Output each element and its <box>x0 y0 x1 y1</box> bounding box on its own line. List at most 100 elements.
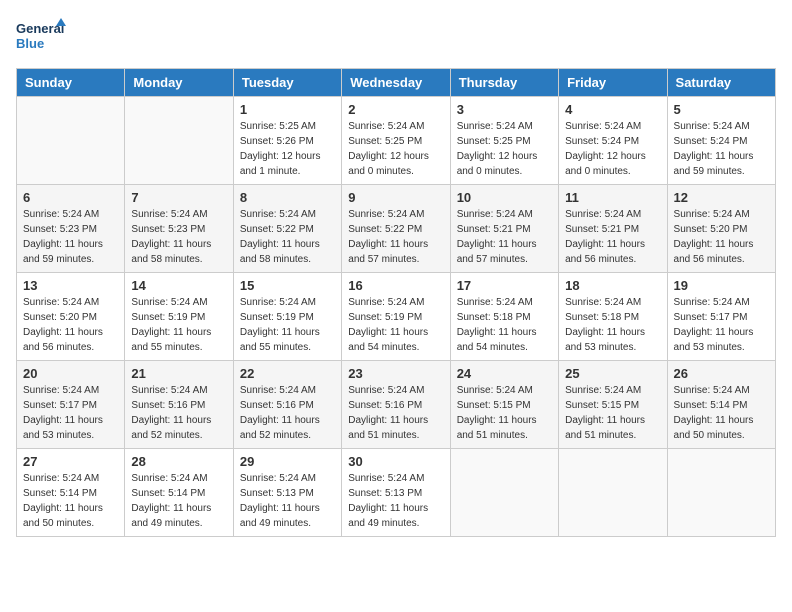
day-number: 10 <box>457 190 552 205</box>
day-number: 3 <box>457 102 552 117</box>
calendar-day-cell: 19 Sunrise: 5:24 AM Sunset: 5:17 PM Dayli… <box>667 273 775 361</box>
day-number: 7 <box>131 190 226 205</box>
calendar-day-cell: 9 Sunrise: 5:24 AM Sunset: 5:22 PM Daylig… <box>342 185 450 273</box>
day-info: Sunrise: 5:24 AM Sunset: 5:16 PM Dayligh… <box>131 383 226 443</box>
day-number: 9 <box>348 190 443 205</box>
day-info: Sunrise: 5:24 AM Sunset: 5:20 PM Dayligh… <box>23 295 118 355</box>
day-info: Sunrise: 5:24 AM Sunset: 5:25 PM Dayligh… <box>457 119 552 179</box>
day-number: 23 <box>348 366 443 381</box>
day-number: 16 <box>348 278 443 293</box>
calendar-week-row: 6Sunrise: 5:24 AM Sunset: 5:23 PM Daylig… <box>17 185 776 273</box>
calendar-day-cell <box>125 97 233 185</box>
day-info: Sunrise: 5:24 AM Sunset: 5:23 PM Dayligh… <box>23 207 118 267</box>
day-info: Sunrise: 5:24 AM Sunset: 5:18 PM Dayligh… <box>457 295 552 355</box>
calendar-day-cell: 30Sunrise: 5:24 AM Sunset: 5:13 PM Dayli… <box>342 449 450 537</box>
calendar-day-cell: 7 Sunrise: 5:24 AM Sunset: 5:23 PM Daylig… <box>125 185 233 273</box>
day-info: Sunrise: 5:24 AM Sunset: 5:14 PM Dayligh… <box>23 471 118 531</box>
weekday-header-cell: Tuesday <box>233 69 341 97</box>
weekday-header-row: SundayMondayTuesdayWednesdayThursdayFrid… <box>17 69 776 97</box>
calendar-day-cell: 15 Sunrise: 5:24 AM Sunset: 5:19 PM Dayli… <box>233 273 341 361</box>
day-number: 25 <box>565 366 660 381</box>
calendar-day-cell: 16 Sunrise: 5:24 AM Sunset: 5:19 PM Dayli… <box>342 273 450 361</box>
logo-svg: General Blue <box>16 16 66 56</box>
calendar-day-cell <box>17 97 125 185</box>
calendar-day-cell <box>450 449 558 537</box>
day-number: 15 <box>240 278 335 293</box>
day-info: Sunrise: 5:24 AM Sunset: 5:13 PM Dayligh… <box>240 471 335 531</box>
day-info: Sunrise: 5:24 AM Sunset: 5:21 PM Dayligh… <box>457 207 552 267</box>
day-info: Sunrise: 5:24 AM Sunset: 5:17 PM Dayligh… <box>674 295 769 355</box>
day-number: 21 <box>131 366 226 381</box>
day-number: 1 <box>240 102 335 117</box>
weekday-header-cell: Saturday <box>667 69 775 97</box>
day-number: 8 <box>240 190 335 205</box>
day-info: Sunrise: 5:24 AM Sunset: 5:18 PM Dayligh… <box>565 295 660 355</box>
day-number: 12 <box>674 190 769 205</box>
day-info: Sunrise: 5:24 AM Sunset: 5:19 PM Dayligh… <box>348 295 443 355</box>
calendar-day-cell: 1 Sunrise: 5:25 AM Sunset: 5:26 PM Daylig… <box>233 97 341 185</box>
day-info: Sunrise: 5:24 AM Sunset: 5:21 PM Dayligh… <box>565 207 660 267</box>
calendar-table: SundayMondayTuesdayWednesdayThursdayFrid… <box>16 68 776 537</box>
day-number: 5 <box>674 102 769 117</box>
calendar-day-cell: 21 Sunrise: 5:24 AM Sunset: 5:16 PM Dayli… <box>125 361 233 449</box>
day-number: 27 <box>23 454 118 469</box>
page-header: General Blue <box>16 16 776 56</box>
calendar-day-cell: 23Sunrise: 5:24 AM Sunset: 5:16 PM Dayli… <box>342 361 450 449</box>
calendar-day-cell: 4 Sunrise: 5:24 AM Sunset: 5:24 PM Daylig… <box>559 97 667 185</box>
logo: General Blue <box>16 16 66 56</box>
day-info: Sunrise: 5:24 AM Sunset: 5:17 PM Dayligh… <box>23 383 118 443</box>
calendar-day-cell: 27 Sunrise: 5:24 AM Sunset: 5:14 PM Dayli… <box>17 449 125 537</box>
calendar-day-cell: 17 Sunrise: 5:24 AM Sunset: 5:18 PM Dayli… <box>450 273 558 361</box>
calendar-day-cell: 6Sunrise: 5:24 AM Sunset: 5:23 PM Daylig… <box>17 185 125 273</box>
day-info: Sunrise: 5:24 AM Sunset: 5:19 PM Dayligh… <box>240 295 335 355</box>
day-info: Sunrise: 5:24 AM Sunset: 5:20 PM Dayligh… <box>674 207 769 267</box>
calendar-day-cell: 2Sunrise: 5:24 AM Sunset: 5:25 PM Daylig… <box>342 97 450 185</box>
calendar-day-cell: 29Sunrise: 5:24 AM Sunset: 5:13 PM Dayli… <box>233 449 341 537</box>
calendar-day-cell: 25Sunrise: 5:24 AM Sunset: 5:15 PM Dayli… <box>559 361 667 449</box>
weekday-header-cell: Sunday <box>17 69 125 97</box>
day-info: Sunrise: 5:24 AM Sunset: 5:14 PM Dayligh… <box>674 383 769 443</box>
day-info: Sunrise: 5:24 AM Sunset: 5:22 PM Dayligh… <box>240 207 335 267</box>
day-info: Sunrise: 5:24 AM Sunset: 5:24 PM Dayligh… <box>674 119 769 179</box>
calendar-day-cell: 20 Sunrise: 5:24 AM Sunset: 5:17 PM Dayli… <box>17 361 125 449</box>
day-info: Sunrise: 5:24 AM Sunset: 5:19 PM Dayligh… <box>131 295 226 355</box>
day-number: 18 <box>565 278 660 293</box>
day-info: Sunrise: 5:24 AM Sunset: 5:14 PM Dayligh… <box>131 471 226 531</box>
weekday-header-cell: Friday <box>559 69 667 97</box>
day-number: 11 <box>565 190 660 205</box>
calendar-day-cell: 18 Sunrise: 5:24 AM Sunset: 5:18 PM Dayli… <box>559 273 667 361</box>
day-number: 19 <box>674 278 769 293</box>
calendar-day-cell: 13 Sunrise: 5:24 AM Sunset: 5:20 PM Dayli… <box>17 273 125 361</box>
weekday-header-cell: Wednesday <box>342 69 450 97</box>
day-number: 17 <box>457 278 552 293</box>
calendar-day-cell: 10 Sunrise: 5:24 AM Sunset: 5:21 PM Dayli… <box>450 185 558 273</box>
weekday-header-cell: Thursday <box>450 69 558 97</box>
calendar-week-row: 1 Sunrise: 5:25 AM Sunset: 5:26 PM Daylig… <box>17 97 776 185</box>
day-info: Sunrise: 5:25 AM Sunset: 5:26 PM Dayligh… <box>240 119 335 179</box>
calendar-week-row: 20 Sunrise: 5:24 AM Sunset: 5:17 PM Dayli… <box>17 361 776 449</box>
weekday-header-cell: Monday <box>125 69 233 97</box>
day-info: Sunrise: 5:24 AM Sunset: 5:24 PM Dayligh… <box>565 119 660 179</box>
day-number: 14 <box>131 278 226 293</box>
day-info: Sunrise: 5:24 AM Sunset: 5:15 PM Dayligh… <box>457 383 552 443</box>
calendar-day-cell: 8 Sunrise: 5:24 AM Sunset: 5:22 PM Daylig… <box>233 185 341 273</box>
calendar-day-cell: 11 Sunrise: 5:24 AM Sunset: 5:21 PM Dayli… <box>559 185 667 273</box>
day-info: Sunrise: 5:24 AM Sunset: 5:23 PM Dayligh… <box>131 207 226 267</box>
calendar-week-row: 13 Sunrise: 5:24 AM Sunset: 5:20 PM Dayli… <box>17 273 776 361</box>
calendar-day-cell: 12 Sunrise: 5:24 AM Sunset: 5:20 PM Dayli… <box>667 185 775 273</box>
day-info: Sunrise: 5:24 AM Sunset: 5:22 PM Dayligh… <box>348 207 443 267</box>
day-number: 24 <box>457 366 552 381</box>
day-info: Sunrise: 5:24 AM Sunset: 5:16 PM Dayligh… <box>240 383 335 443</box>
calendar-day-cell: 26Sunrise: 5:24 AM Sunset: 5:14 PM Dayli… <box>667 361 775 449</box>
day-number: 4 <box>565 102 660 117</box>
day-number: 22 <box>240 366 335 381</box>
day-number: 20 <box>23 366 118 381</box>
day-number: 2 <box>348 102 443 117</box>
calendar-day-cell <box>559 449 667 537</box>
day-number: 30 <box>348 454 443 469</box>
svg-text:General: General <box>16 21 64 36</box>
day-number: 28 <box>131 454 226 469</box>
day-number: 13 <box>23 278 118 293</box>
calendar-day-cell: 14 Sunrise: 5:24 AM Sunset: 5:19 PM Dayli… <box>125 273 233 361</box>
calendar-day-cell: 3 Sunrise: 5:24 AM Sunset: 5:25 PM Daylig… <box>450 97 558 185</box>
